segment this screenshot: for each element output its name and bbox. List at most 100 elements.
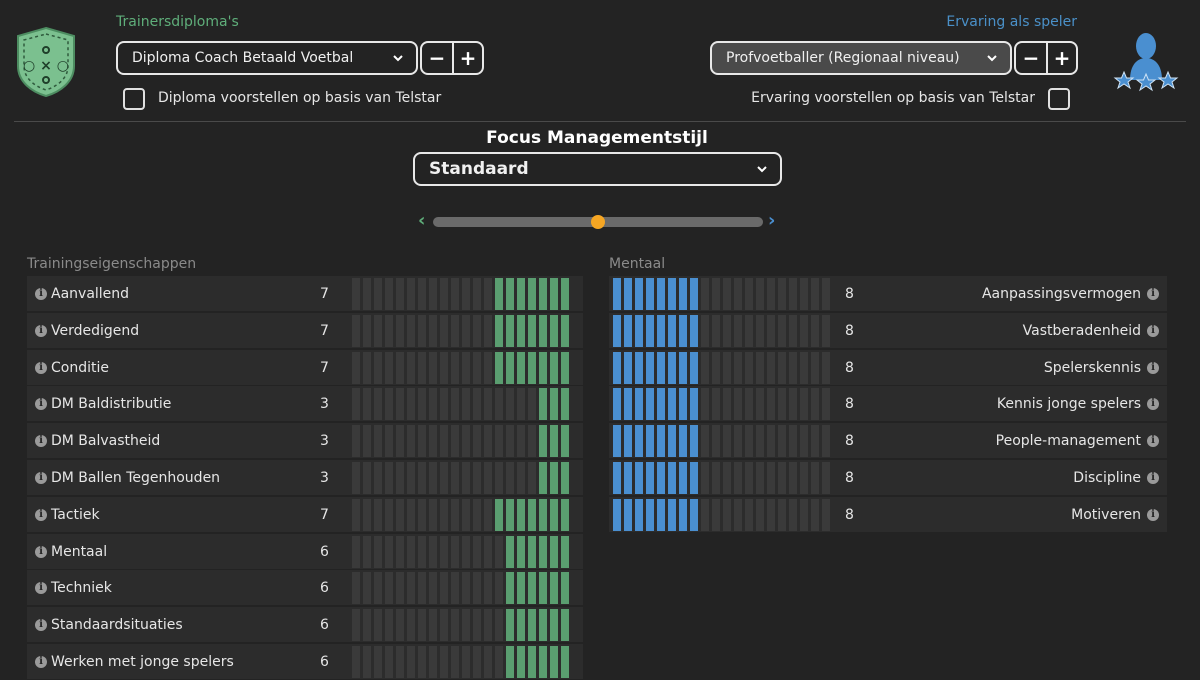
info-icon[interactable]: i: [1147, 434, 1159, 447]
rating-segment: [396, 536, 404, 568]
rating-segment: [800, 425, 808, 457]
info-icon[interactable]: i: [35, 508, 47, 521]
training-row-label: Verdedigend: [51, 322, 140, 339]
info-icon[interactable]: i: [35, 287, 47, 300]
rating-segment: [451, 499, 459, 531]
info-icon[interactable]: i: [35, 324, 47, 337]
rating-segment: [506, 425, 514, 457]
training-row-label: DM Baldistributie: [51, 395, 172, 412]
rating-segment: [429, 462, 437, 494]
diploma-increase-button[interactable]: +: [452, 43, 482, 73]
info-icon[interactable]: i: [1147, 287, 1159, 300]
diploma-suggest-checkbox[interactable]: [123, 88, 145, 110]
experience-suggest-checkbox[interactable]: [1048, 88, 1070, 110]
rating-segment: [734, 315, 742, 347]
info-icon[interactable]: i: [1147, 397, 1159, 410]
diploma-stepper[interactable]: − +: [420, 41, 484, 75]
rating-segment: [756, 499, 764, 531]
rating-segment: [635, 499, 643, 531]
rating-segment: [539, 388, 547, 420]
mental-row-label: Motiveren: [1071, 506, 1141, 523]
focus-select[interactable]: Standaard: [413, 152, 782, 186]
rating-segment: [451, 315, 459, 347]
info-icon[interactable]: i: [35, 581, 47, 594]
rating-segment: [418, 536, 426, 568]
rating-segment: [613, 499, 621, 531]
training-row-value: 6: [320, 543, 329, 560]
rating-segment: [528, 646, 536, 678]
info-icon[interactable]: i: [1147, 361, 1159, 374]
rating-segment: [679, 425, 687, 457]
rating-segment: [734, 499, 742, 531]
rating-segment: [811, 315, 819, 347]
rating-segment: [550, 609, 558, 641]
mental-row-label: Discipline: [1073, 469, 1141, 486]
rating-segment: [635, 315, 643, 347]
training-row-label: DM Ballen Tegenhouden: [51, 469, 221, 486]
rating-segment: [440, 572, 448, 604]
rating-segment: [539, 315, 547, 347]
rating-segment: [811, 278, 819, 310]
header-divider: [14, 121, 1186, 122]
slider-right-arrow[interactable]: ›: [768, 210, 775, 231]
rating-segment: [385, 499, 393, 531]
rating-segment: [451, 462, 459, 494]
rating-segment: [352, 388, 360, 420]
rating-bar: [613, 315, 830, 347]
info-icon[interactable]: i: [35, 471, 47, 484]
rating-segment: [679, 278, 687, 310]
rating-segment: [517, 499, 525, 531]
rating-segment: [701, 462, 709, 494]
info-icon[interactable]: i: [1147, 324, 1159, 337]
experience-increase-button[interactable]: +: [1046, 43, 1076, 73]
rating-segment: [778, 425, 786, 457]
experience-select[interactable]: Profvoetballer (Regionaal niveau): [710, 41, 1012, 75]
diploma-select[interactable]: Diploma Coach Betaald Voetbal: [116, 41, 418, 75]
rating-bar: [613, 425, 830, 457]
rating-bar: [613, 352, 830, 384]
info-icon[interactable]: i: [35, 434, 47, 447]
rating-segment: [550, 315, 558, 347]
rating-segment: [407, 646, 415, 678]
rating-segment: [473, 388, 481, 420]
rating-segment: [473, 462, 481, 494]
training-row-value: 7: [320, 359, 329, 376]
diploma-decrease-button[interactable]: −: [422, 43, 452, 73]
rating-segment: [440, 425, 448, 457]
info-icon[interactable]: i: [35, 618, 47, 631]
focus-slider-handle[interactable]: [591, 215, 605, 229]
rating-segment: [734, 278, 742, 310]
rating-segment: [418, 462, 426, 494]
rating-segment: [657, 425, 665, 457]
rating-segment: [756, 425, 764, 457]
rating-segment: [789, 278, 797, 310]
rating-segment: [385, 462, 393, 494]
rating-segment: [822, 352, 830, 384]
experience-stepper[interactable]: − +: [1014, 41, 1078, 75]
diploma-select-value: Diploma Coach Betaald Voetbal: [132, 50, 354, 66]
slider-left-arrow[interactable]: ‹: [418, 210, 425, 231]
rating-segment: [646, 352, 654, 384]
rating-segment: [734, 388, 742, 420]
info-icon[interactable]: i: [35, 397, 47, 410]
rating-segment: [407, 388, 415, 420]
info-icon[interactable]: i: [35, 545, 47, 558]
info-icon[interactable]: i: [35, 361, 47, 374]
info-icon[interactable]: i: [35, 655, 47, 668]
rating-segment: [635, 352, 643, 384]
rating-segment: [429, 572, 437, 604]
mental-section-title: Mentaal: [609, 256, 666, 272]
training-row-label: Standaardsituaties: [51, 616, 183, 633]
info-icon[interactable]: i: [1147, 508, 1159, 521]
rating-segment: [690, 462, 698, 494]
info-icon[interactable]: i: [1147, 471, 1159, 484]
rating-segment: [418, 609, 426, 641]
experience-decrease-button[interactable]: −: [1016, 43, 1046, 73]
rating-segment: [484, 462, 492, 494]
rating-segment: [690, 388, 698, 420]
focus-select-value: Standaard: [429, 159, 529, 179]
rating-segment: [646, 462, 654, 494]
rating-segment: [352, 425, 360, 457]
rating-segment: [723, 352, 731, 384]
rating-segment: [561, 609, 569, 641]
